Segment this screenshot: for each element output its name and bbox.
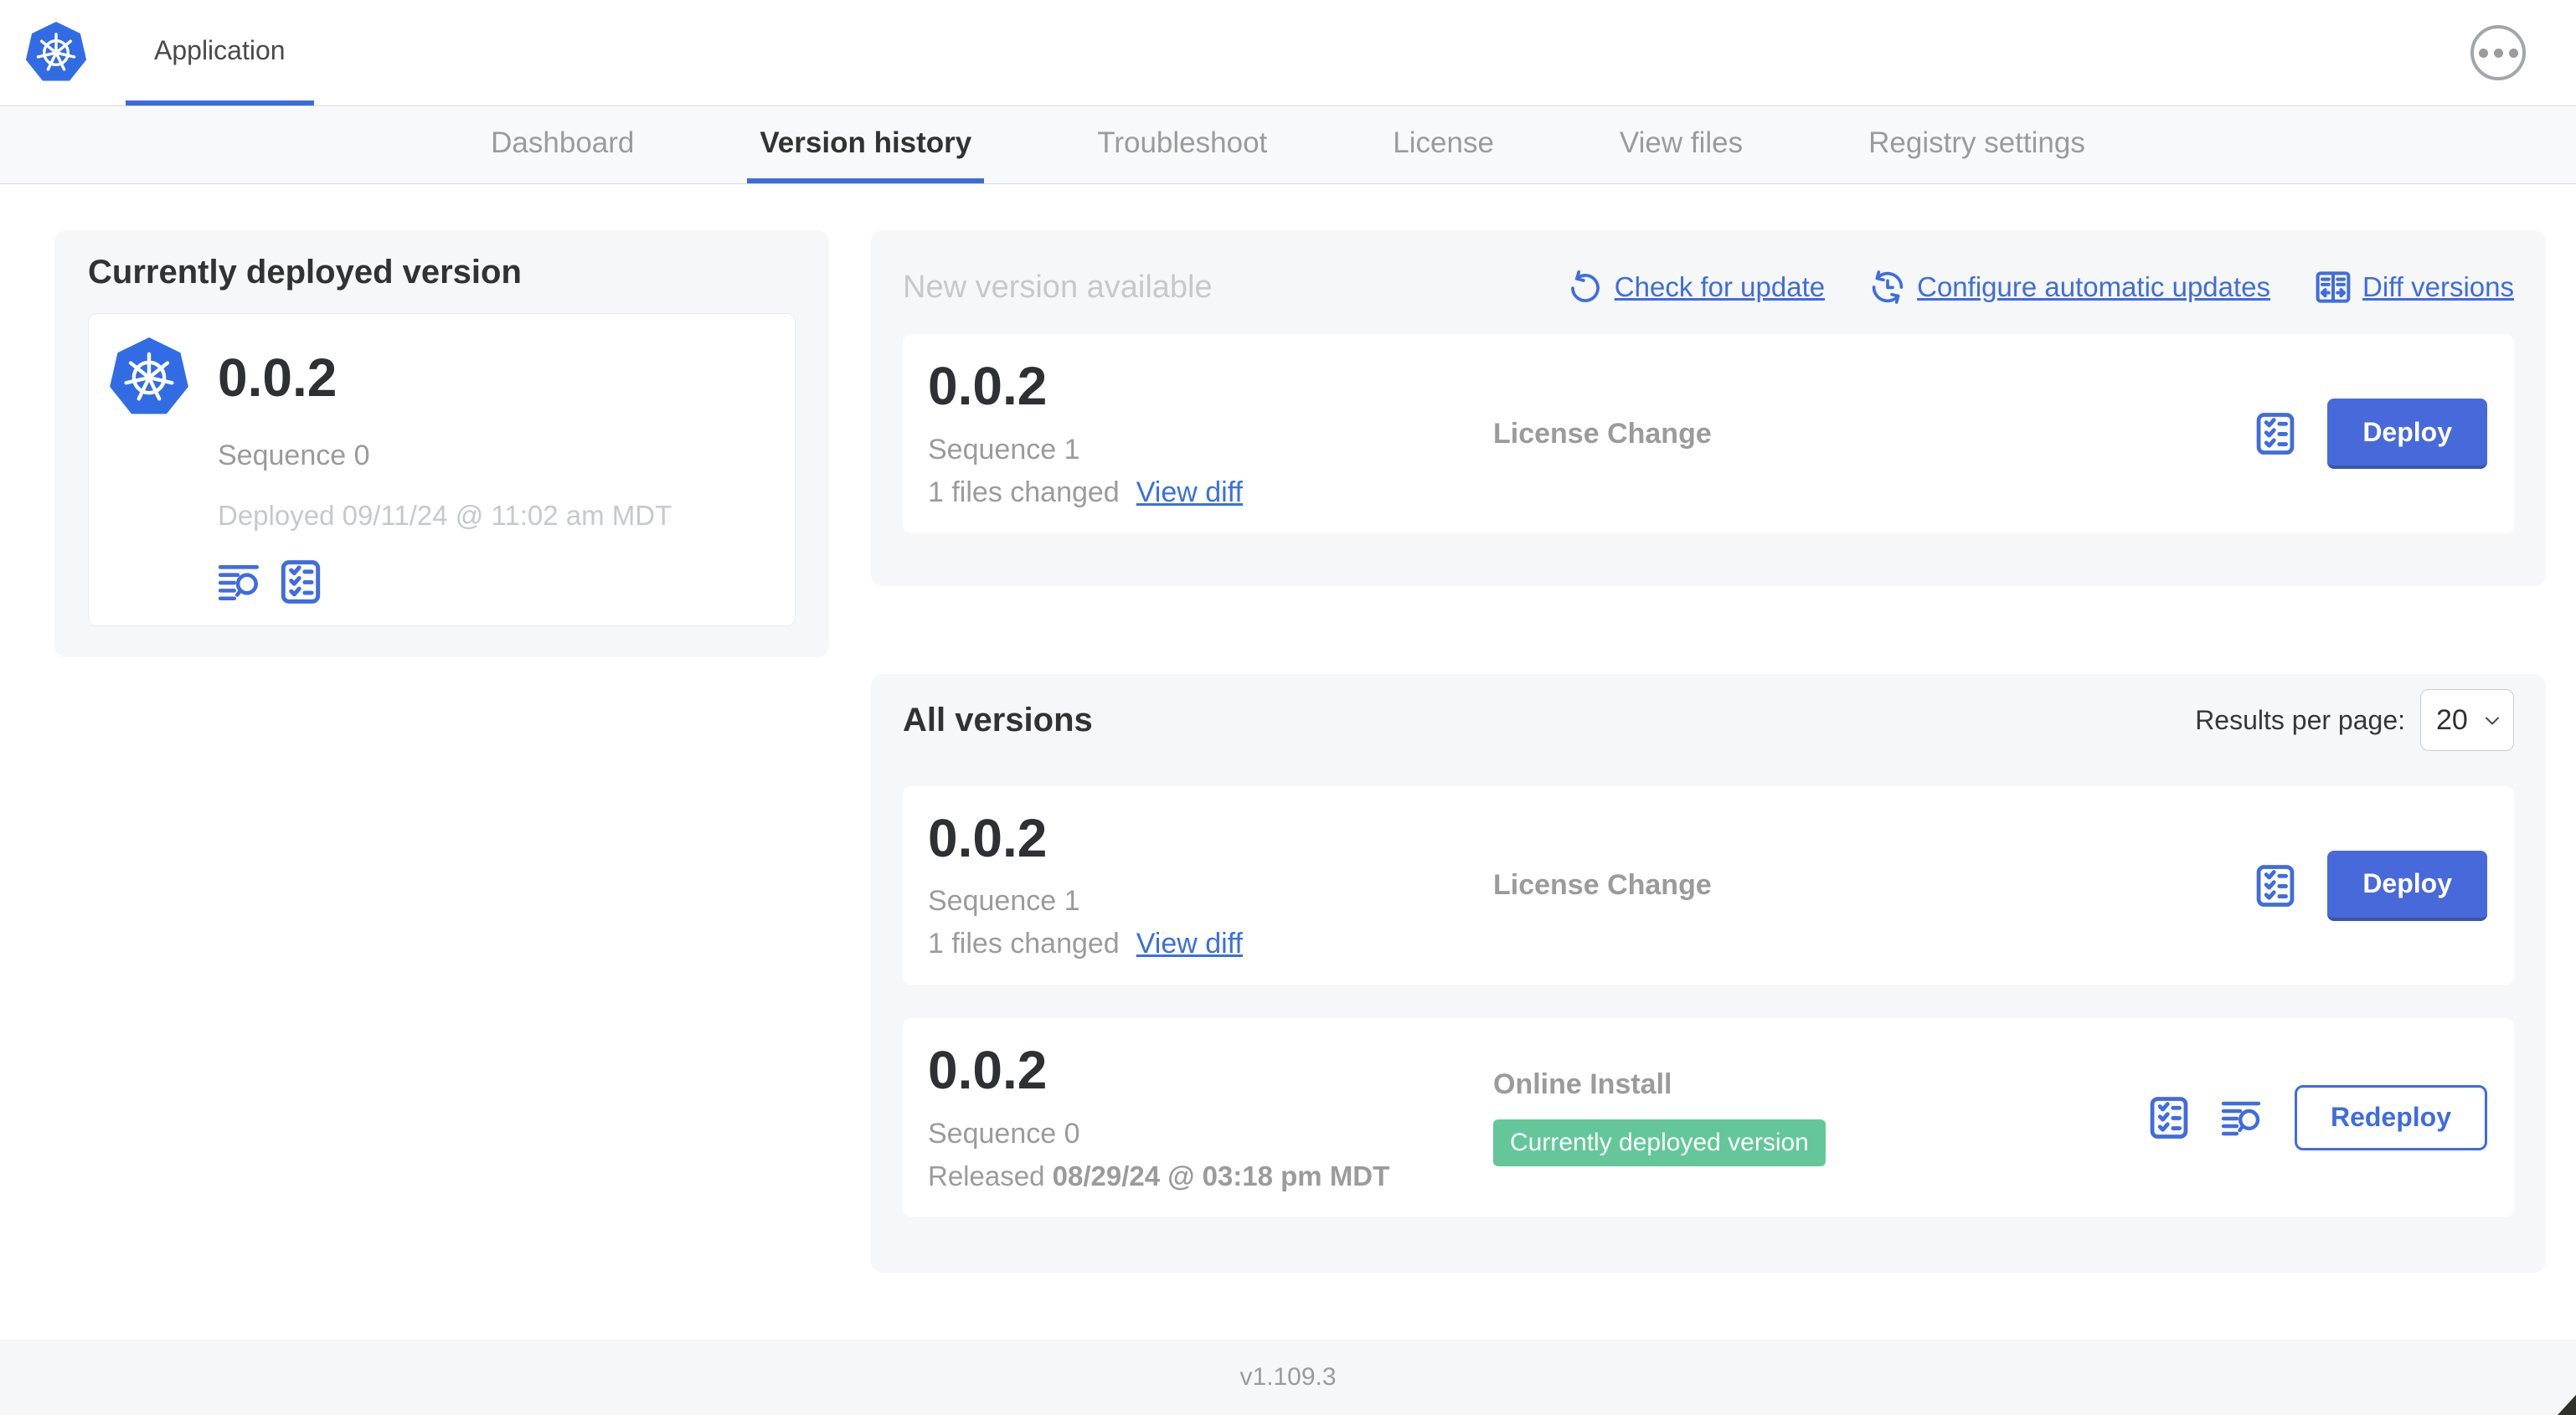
preflight-checks-icon[interactable] bbox=[2147, 1096, 2191, 1140]
version-source: License Change bbox=[1493, 417, 1712, 450]
released-timestamp: Released 08/29/24 @ 03:18 pm MDT bbox=[928, 1160, 1390, 1191]
deployed-timestamp: Deployed 09/11/24 @ 11:02 am MDT bbox=[218, 500, 672, 531]
check-for-update-link[interactable]: Check for update bbox=[1568, 270, 1825, 305]
clock-refresh-icon bbox=[1872, 270, 1904, 304]
deployed-version-number: 0.0.2 bbox=[218, 347, 337, 408]
tab-troubleshoot[interactable]: Troubleshoot bbox=[1084, 107, 1280, 183]
diff-versions-link[interactable]: Diff versions bbox=[2316, 270, 2514, 305]
tab-version-history[interactable]: Version history bbox=[747, 107, 985, 183]
release-notes-icon[interactable] bbox=[218, 559, 263, 605]
app-nav-tabs: Dashboard Version history Troubleshoot L… bbox=[0, 107, 2576, 184]
new-version-card: 0.0.2 Sequence 1 1 files changed View di… bbox=[903, 334, 2514, 533]
redeploy-button[interactable]: Redeploy bbox=[2294, 1084, 2487, 1150]
preflight-checks-icon[interactable] bbox=[278, 559, 323, 605]
currently-deployed-card: 0.0.2 Sequence 0 Deployed 09/11/24 @ 11:… bbox=[88, 313, 796, 626]
release-notes-icon[interactable] bbox=[2221, 1096, 2264, 1140]
new-version-section: New version available Check for update C… bbox=[871, 230, 2546, 586]
footer: v1.109.3 bbox=[0, 1340, 2576, 1415]
deploy-button[interactable]: Deploy bbox=[2327, 850, 2487, 921]
all-versions-title: All versions bbox=[903, 701, 1093, 738]
tab-registry-settings[interactable]: Registry settings bbox=[1856, 107, 2098, 183]
configure-automatic-updates-link[interactable]: Configure automatic updates bbox=[1870, 270, 2270, 305]
files-changed-label: 1 files changed bbox=[928, 476, 1120, 508]
version-source: License Change bbox=[1493, 869, 1712, 901]
admin-console-version: v1.109.3 bbox=[1239, 1363, 1337, 1391]
view-diff-link[interactable]: View diff bbox=[1136, 928, 1243, 960]
version-row: 0.0.2 Sequence 1 1 files changed View di… bbox=[903, 786, 2514, 985]
refresh-icon bbox=[1570, 270, 1600, 302]
deployed-sequence: Sequence 0 bbox=[218, 440, 370, 471]
app-title-tab[interactable]: Application bbox=[126, 0, 314, 105]
version-sequence: Sequence 1 bbox=[928, 885, 1080, 918]
app-title: Application bbox=[154, 34, 286, 65]
currently-deployed-title: Currently deployed version bbox=[88, 254, 522, 291]
version-row: 0.0.2 Sequence 0 Released 08/29/24 @ 03:… bbox=[903, 1018, 2514, 1217]
view-diff-link[interactable]: View diff bbox=[1136, 476, 1243, 509]
results-per-page-label: Results per page: bbox=[2195, 704, 2405, 735]
files-changed-label: 1 files changed bbox=[928, 928, 1120, 960]
ellipsis-menu-icon[interactable] bbox=[2470, 25, 2526, 80]
deploy-button[interactable]: Deploy bbox=[2327, 399, 2487, 469]
tab-dashboard[interactable]: Dashboard bbox=[478, 107, 647, 183]
version-number: 0.0.2 bbox=[928, 356, 1048, 417]
preflight-checks-icon[interactable] bbox=[2254, 864, 2297, 908]
currently-deployed-section: Currently deployed version 0.0.2 Sequenc… bbox=[54, 230, 829, 657]
version-sequence: Sequence 0 bbox=[928, 1117, 1080, 1150]
results-per-page-select-wrap: 20 bbox=[2420, 689, 2514, 751]
results-per-page-select[interactable]: 20 bbox=[2420, 689, 2514, 751]
tab-license[interactable]: License bbox=[1380, 107, 1507, 183]
new-version-title: New version available bbox=[903, 269, 1213, 305]
kubernetes-logo-icon bbox=[110, 337, 188, 414]
version-source: Online Install bbox=[1493, 1068, 1672, 1100]
kubernetes-logo-icon bbox=[25, 22, 87, 81]
version-number: 0.0.2 bbox=[928, 807, 1048, 868]
tab-view-files[interactable]: View files bbox=[1607, 107, 1755, 183]
split-diff-icon bbox=[2316, 270, 2351, 305]
preflight-checks-icon[interactable] bbox=[2254, 412, 2297, 455]
currently-deployed-badge: Currently deployed version bbox=[1493, 1119, 1826, 1166]
all-versions-section: All versions Results per page: 20 0.0.2 … bbox=[871, 674, 2546, 1273]
top-bar: Application bbox=[0, 0, 2576, 106]
version-number: 0.0.2 bbox=[928, 1040, 1048, 1101]
version-sequence: Sequence 1 bbox=[928, 433, 1080, 466]
